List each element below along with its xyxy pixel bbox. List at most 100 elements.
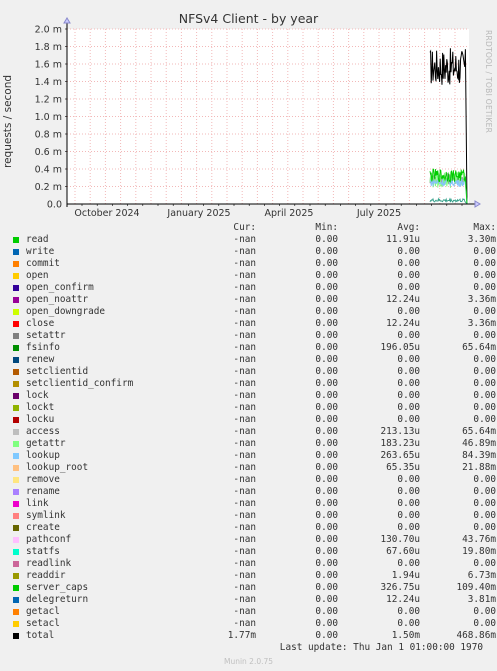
legend-avg: 183.23u — [380, 438, 420, 449]
legend-avg: 0.00 — [397, 510, 420, 521]
legend-name: create — [26, 522, 60, 533]
legend-swatch — [10, 498, 26, 510]
legend-row-lockt: lockt -nan 0.00 0.00 0.00 — [10, 402, 496, 414]
legend-name: symlink — [26, 510, 66, 521]
legend-swatch — [10, 618, 26, 630]
legend-min: 0.00 — [315, 510, 338, 521]
legend-swatch — [10, 582, 26, 594]
legend-min: 0.00 — [315, 558, 338, 569]
legend-swatch — [10, 258, 26, 270]
legend-swatch — [10, 546, 26, 558]
x-tick-labels: October 2024 January 2025 April 2025 July 2… — [74, 208, 401, 219]
legend-cur: -nan — [233, 450, 256, 461]
legend-row-getacl: getacl -nan 0.00 0.00 0.00 — [10, 606, 496, 618]
legend-cur: 1.77m — [227, 630, 256, 641]
legend-swatch — [10, 630, 26, 642]
legend-swatch — [10, 354, 26, 366]
legend-name: open — [26, 270, 49, 281]
legend-max: 0.00 — [473, 414, 496, 425]
legend-max: 3.36m — [467, 318, 496, 329]
legend-name: read — [26, 234, 49, 245]
legend-max: 109.40m — [456, 582, 496, 593]
legend-color-swatch — [13, 536, 19, 543]
legend-color-swatch — [13, 584, 19, 591]
legend-cur: -nan — [233, 462, 256, 473]
legend-name: setclientid — [26, 366, 89, 377]
legend-color-swatch — [13, 488, 19, 495]
legend-max: 46.89m — [462, 438, 496, 449]
legend-name: statfs — [26, 546, 60, 557]
legend-row-setclientid_confirm: setclientid_confirm -nan 0.00 0.00 0.00 — [10, 378, 496, 390]
legend-color-swatch — [13, 560, 19, 567]
legend-row-create: create -nan 0.00 0.00 0.00 — [10, 522, 496, 534]
legend-row-fsinfo: fsinfo -nan 0.00 196.05u 65.64m — [10, 342, 496, 354]
legend-min: 0.00 — [315, 546, 338, 557]
legend-min: 0.00 — [315, 378, 338, 389]
legend-name: rename — [26, 486, 60, 497]
header-min: Min: — [315, 222, 338, 233]
legend-color-swatch — [13, 416, 19, 423]
legend-name: access — [26, 426, 60, 437]
legend-color-swatch — [13, 356, 19, 363]
legend-row-lookup: lookup -nan 0.00 263.65u 84.39m — [10, 450, 496, 462]
legend-swatch — [10, 486, 26, 498]
x-tick-label: July 2025 — [356, 208, 401, 219]
legend-name: total — [26, 630, 55, 641]
legend-cur: -nan — [233, 390, 256, 401]
legend-min: 0.00 — [315, 474, 338, 485]
legend-swatch — [10, 594, 26, 606]
legend-avg: 0.00 — [397, 486, 420, 497]
legend-avg: 1.94u — [391, 570, 420, 581]
legend-cur: -nan — [233, 366, 256, 377]
last-update: Last update: Thu Jan 1 01:00:00 1970 — [279, 642, 483, 653]
legend-name: readlink — [26, 558, 72, 569]
legend-max: 65.64m — [462, 342, 496, 353]
legend-name: renew — [26, 354, 55, 365]
legend-avg: 0.00 — [397, 366, 420, 377]
legend-row-setclientid: setclientid -nan 0.00 0.00 0.00 — [10, 366, 496, 378]
legend-row-locku: locku -nan 0.00 0.00 0.00 — [10, 414, 496, 426]
legend-min: 0.00 — [315, 486, 338, 497]
legend-color-swatch — [13, 512, 19, 519]
legend-avg: 0.00 — [397, 402, 420, 413]
legend-min: 0.00 — [315, 450, 338, 461]
legend-avg: 12.24u — [386, 294, 420, 305]
legend-avg: 0.00 — [397, 258, 420, 269]
legend-color-swatch — [13, 380, 19, 387]
legend-min: 0.00 — [315, 594, 338, 605]
legend-min: 0.00 — [315, 342, 338, 353]
legend-min: 0.00 — [315, 462, 338, 473]
legend-row-delegreturn: delegreturn -nan 0.00 12.24u 3.81m — [10, 594, 496, 606]
legend-cur: -nan — [233, 294, 256, 305]
legend-cur: -nan — [233, 426, 256, 437]
legend-cur: -nan — [233, 486, 256, 497]
legend-row-access: access -nan 0.00 213.13u 65.64m — [10, 426, 496, 438]
legend-name: setclientid_confirm — [26, 378, 134, 389]
legend-avg: 263.65u — [380, 450, 420, 461]
legend-color-swatch — [13, 296, 19, 303]
legend-min: 0.00 — [315, 234, 338, 245]
legend-max: 0.00 — [473, 366, 496, 377]
legend-row-lock: lock -nan 0.00 0.00 0.00 — [10, 390, 496, 402]
legend-cur: -nan — [233, 498, 256, 509]
legend-name: close — [26, 318, 55, 329]
legend-row-renew: renew -nan 0.00 0.00 0.00 — [10, 354, 496, 366]
legend-max: 0.00 — [473, 270, 496, 281]
legend-min: 0.00 — [315, 294, 338, 305]
legend-max: 0.00 — [473, 282, 496, 293]
legend-swatch — [10, 234, 26, 246]
y-tick-label: 1.8 m — [35, 42, 62, 53]
y-tick-label: 1.4 m — [35, 77, 62, 88]
legend-max: 0.00 — [473, 522, 496, 533]
legend-max: 0.00 — [473, 354, 496, 365]
legend-swatch — [10, 306, 26, 318]
legend-name: getattr — [26, 438, 66, 449]
legend-avg: 12.24u — [386, 318, 420, 329]
legend-color-swatch — [13, 320, 19, 327]
legend-color-swatch — [13, 548, 19, 555]
legend-max: 21.88m — [462, 462, 496, 473]
legend-avg: 1.50m — [391, 630, 420, 641]
legend-color-swatch — [13, 440, 19, 447]
legend-color-swatch — [13, 272, 19, 279]
legend-name: lookup_root — [26, 462, 89, 473]
